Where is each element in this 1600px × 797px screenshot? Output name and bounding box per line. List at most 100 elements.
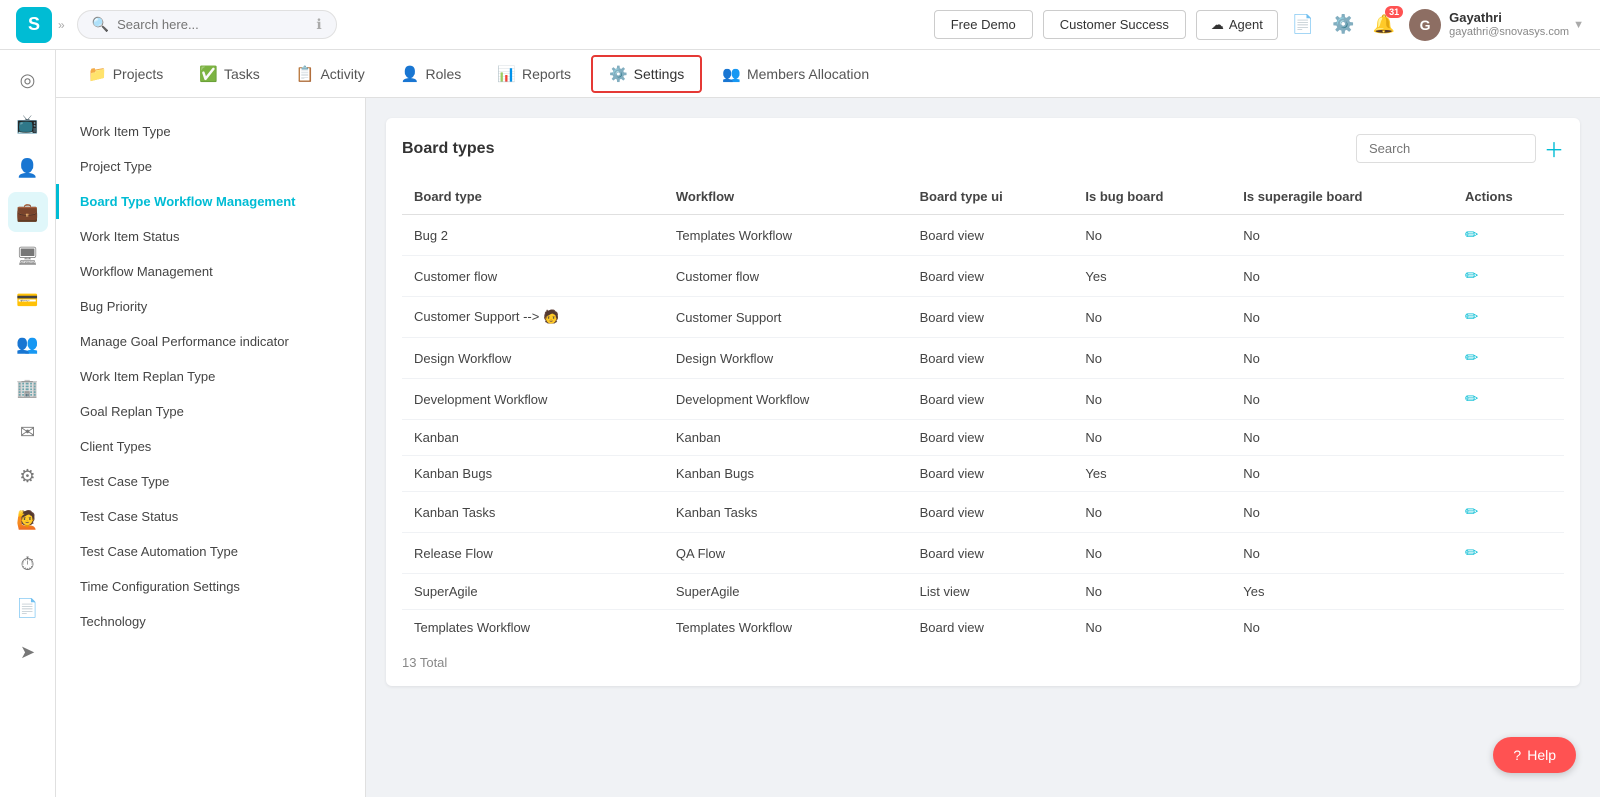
tab-tasks[interactable]: ✅Tasks [183,57,275,91]
settings-tab-label: Settings [634,66,685,82]
projects-tab-icon: 📁 [88,65,107,83]
tab-activity[interactable]: 📋 Activity [280,57,381,91]
workflow-cell: Customer Support [664,297,908,338]
content-panel: Board types ＋ Board typeWorkflowBoard ty… [366,98,1600,797]
board-type-ui-cell: Board view [908,256,1074,297]
settings-item-technology[interactable]: Technology [56,604,365,639]
edit-icon[interactable]: ✏ [1465,227,1478,244]
settings-item-board-type-workflow-management[interactable]: Board Type Workflow Management [56,184,365,219]
document-icon-button[interactable]: 📄 [1288,10,1318,39]
is-superagile-board-cell: No [1231,610,1453,646]
table-add-button[interactable]: ＋ [1544,134,1564,163]
tab-settings[interactable]: ⚙️Settings [591,55,702,93]
customer-success-button[interactable]: Customer Success [1043,10,1186,39]
workflow-cell: Development Workflow [664,379,908,420]
tab-roles[interactable]: 👤Roles [385,57,477,91]
settings-item-project-type[interactable]: Project Type [56,149,365,184]
settings-item-bug-priority[interactable]: Bug Priority [56,289,365,324]
settings-item-manage-goal-performance-indicator[interactable]: Manage Goal Performance indicator [56,324,365,359]
workflow-cell: QA Flow [664,533,908,574]
board-type-cell: SuperAgile [402,574,664,610]
sidebar-item-settings[interactable]: ⚙ [8,456,48,496]
board-types-table: Board typeWorkflowBoard type uiIs bug bo… [402,179,1564,645]
board-type-cell: Release Flow [402,533,664,574]
col-header-is-superagile-board: Is superagile board [1231,179,1453,215]
reports-tab-label: Reports [522,66,571,82]
board-types-container: Board types ＋ Board typeWorkflowBoard ty… [386,118,1580,686]
reports-tab-icon: 📊 [497,65,516,83]
board-type-ui-cell: Board view [908,338,1074,379]
edit-icon[interactable]: ✏ [1465,504,1478,521]
board-type-cell: Kanban [402,420,664,456]
board-type-ui-cell: Board view [908,379,1074,420]
settings-item-test-case-status[interactable]: Test Case Status [56,499,365,534]
sidebar-item-people[interactable]: 👥 [8,324,48,364]
settings-item-time-configuration-settings[interactable]: Time Configuration Settings [56,569,365,604]
sidebar-item-send[interactable]: ➤ [8,632,48,672]
activity-tab-icon: 📋 [296,65,315,83]
app-logo: S [16,7,52,43]
table-search-input[interactable] [1356,134,1536,163]
is-superagile-board-cell: No [1231,338,1453,379]
board-type-ui-cell: Board view [908,215,1074,256]
logo-letter: S [28,14,40,35]
tab-projects[interactable]: 📁Projects [72,57,179,91]
sidebar-item-clock[interactable]: ⏱ [8,544,48,584]
board-type-ui-cell: Board view [908,456,1074,492]
sidebar-item-home[interactable]: ◎ [8,60,48,100]
table-row: Release FlowQA FlowBoard viewNoNo✏ [402,533,1564,574]
topbar-search-container: 🔍 ℹ [77,10,337,39]
actions-cell: ✏ [1453,379,1564,420]
edit-icon[interactable]: ✏ [1465,268,1478,285]
workflow-cell: Kanban Tasks [664,492,908,533]
members-allocation-tab-label: Members Allocation [747,66,869,82]
settings-item-client-types[interactable]: Client Types [56,429,365,464]
tab-reports[interactable]: 📊 Reports [481,57,587,91]
user-name: Gayathri [1449,10,1569,26]
edit-icon[interactable]: ✏ [1465,350,1478,367]
settings-item-test-case-type[interactable]: Test Case Type [56,464,365,499]
sidebar-item-user[interactable]: 👤 [8,148,48,188]
table-row: Templates WorkflowTemplates WorkflowBoar… [402,610,1564,646]
tab-members-allocation[interactable]: 👥Members Allocation [706,57,885,91]
board-type-ui-cell: Board view [908,297,1074,338]
settings-item-work-item-type[interactable]: Work Item Type [56,114,365,149]
settings-item-work-item-status[interactable]: Work Item Status [56,219,365,254]
table-row: Customer flowCustomer flowBoard viewYesN… [402,256,1564,297]
user-chevron-icon[interactable]: ▼ [1573,19,1584,31]
sidebar-item-tv[interactable]: 📺 [8,104,48,144]
user-profile[interactable]: G Gayathri gayathri@snovasys.com ▼ [1409,9,1584,41]
sidebar-item-monitor[interactable]: 🖥 [8,236,48,276]
topbar-expand-icon[interactable]: » [58,18,65,32]
sidebar-item-mail[interactable]: ✉ [8,412,48,452]
sidebar-item-briefcase[interactable]: 💼 [8,192,48,232]
tabbar: 📁Projects✅Tasks 📋 Activity 👤Roles 📊 Reports ⚙️… [56,50,1600,98]
edit-icon[interactable]: ✏ [1465,391,1478,408]
is-superagile-board-cell: Yes [1231,574,1453,610]
free-demo-button[interactable]: Free Demo [934,10,1033,39]
edit-icon[interactable]: ✏ [1465,309,1478,326]
agent-button[interactable]: ☁ Agent [1196,10,1278,40]
sidebar-item-group[interactable]: 🏢 [8,368,48,408]
board-type-ui-cell: Board view [908,610,1074,646]
settings-item-test-case-automation-type[interactable]: Test Case Automation Type [56,534,365,569]
settings-item-workflow-management[interactable]: Workflow Management [56,254,365,289]
is-bug-board-cell: No [1073,610,1231,646]
info-icon[interactable]: ℹ [316,16,321,33]
sidebar-item-card[interactable]: 💳 [8,280,48,320]
search-input[interactable] [117,17,308,32]
actions-cell: ✏ [1453,256,1564,297]
table-row: Customer Support --> 🧑Customer SupportBo… [402,297,1564,338]
sidebar-item-person[interactable]: 🙋 [8,500,48,540]
activity-tab-label: Activity [320,66,364,82]
settings-item-goal-replan-type[interactable]: Goal Replan Type [56,394,365,429]
actions-cell [1453,456,1564,492]
edit-icon[interactable]: ✏ [1465,545,1478,562]
table-row: Bug 2Templates WorkflowBoard viewNoNo✏ [402,215,1564,256]
user-info: Gayathri gayathri@snovasys.com [1449,10,1569,39]
settings-item-work-item-replan-type[interactable]: Work Item Replan Type [56,359,365,394]
workflow-cell: Kanban Bugs [664,456,908,492]
sidebar-item-doc[interactable]: 📄 [8,588,48,628]
settings-icon-button[interactable]: ⚙️ [1328,10,1358,39]
help-button[interactable]: ? Help [1493,737,1576,773]
